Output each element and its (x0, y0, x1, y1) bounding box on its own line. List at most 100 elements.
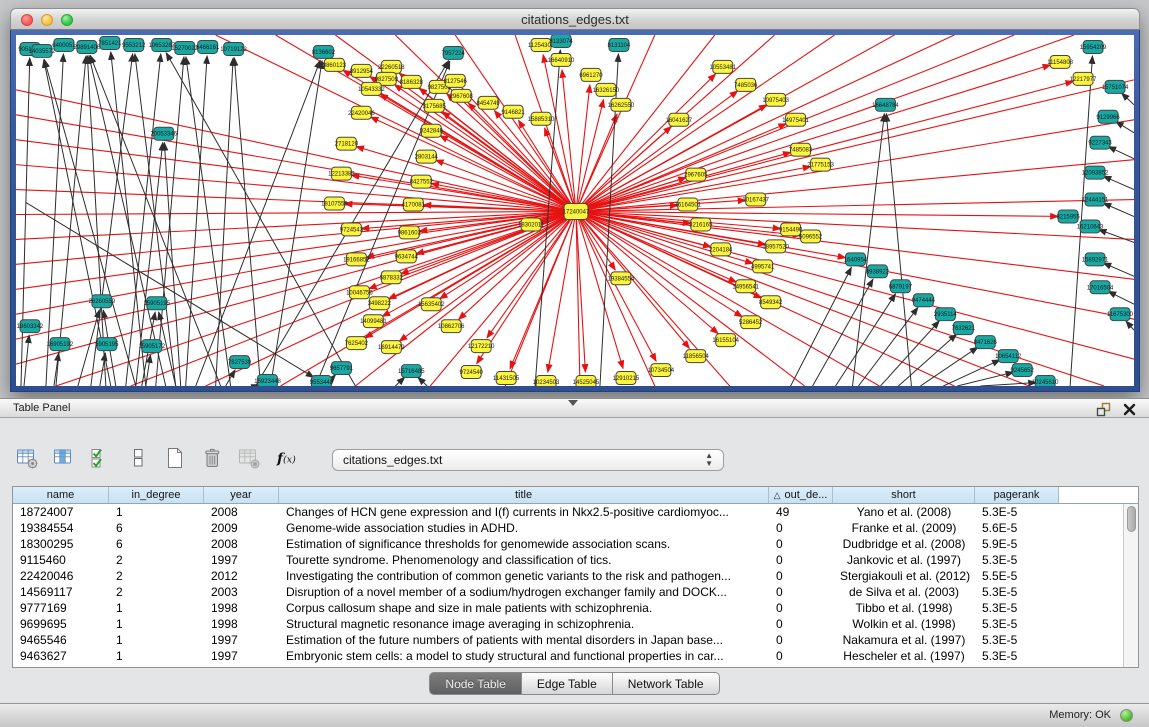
table-cell-in-degree[interactable]: 1 (109, 616, 204, 632)
table-cell-year[interactable]: 2009 (204, 520, 279, 536)
table-cell-short[interactable]: Hescheler et al. (1997) (833, 648, 975, 664)
table-cell-title[interactable]: Changes of HCN gene expression and I(f) … (279, 504, 769, 520)
graph-edge[interactable] (1122, 93, 1134, 105)
column-header-name[interactable]: name (13, 487, 109, 503)
table-row[interactable]: 1830029562008Estimation of significance … (13, 536, 1138, 552)
scrollbar-thumb[interactable] (1127, 506, 1136, 532)
table-cell-out-de[interactable]: 0 (769, 648, 833, 664)
vertical-scrollbar[interactable] (1123, 504, 1138, 667)
graph-edge[interactable] (418, 377, 427, 386)
graph-edge[interactable] (1103, 176, 1134, 189)
table-cell-title[interactable]: Investigating the contribution of common… (279, 568, 769, 584)
table-cell-short[interactable]: Jankovic et al. (1997) (833, 552, 975, 568)
table-cell-year[interactable]: 2008 (204, 536, 279, 552)
graph-edge[interactable] (576, 211, 1134, 279)
table-cell-in-degree[interactable]: 1 (109, 648, 204, 664)
table-cell-short[interactable]: Tibbo et al. (1998) (833, 600, 975, 616)
graph-edge[interactable] (853, 114, 885, 386)
select-columns-button[interactable] (88, 448, 114, 472)
table-cell-out-de[interactable]: 49 (769, 504, 833, 520)
graph-edge[interactable] (858, 307, 917, 386)
column-header-out-de[interactable]: △out_de... (769, 487, 833, 503)
delete-column-button[interactable] (199, 448, 225, 472)
table-cell-name[interactable]: 9463627 (13, 648, 109, 664)
graph-edge[interactable] (196, 60, 321, 386)
graph-edge[interactable] (576, 85, 590, 212)
table-cell-out-de[interactable]: 0 (769, 520, 833, 536)
table-row[interactable]: 1938455462009Genome-wide association stu… (13, 520, 1138, 536)
table-selector-dropdown[interactable]: citations_edges.txt▲▼ (332, 449, 724, 471)
graph-edge[interactable] (576, 81, 1073, 211)
column-header-short[interactable]: short (833, 487, 975, 503)
delete-table-button[interactable] (236, 448, 262, 472)
graph-edge[interactable] (16, 165, 576, 212)
table-cell-short[interactable]: Wolkin et al. (1998) (833, 616, 975, 632)
table-cell-title[interactable]: Disruption of a novel member of a sodium… (279, 584, 769, 600)
table-cell-pagerank[interactable]: 5.3E-5 (975, 584, 1059, 600)
table-cell-in-degree[interactable]: 6 (109, 520, 204, 536)
function-builder-button[interactable]: f(x) (273, 448, 299, 472)
tab-network-table[interactable]: Network Table (613, 672, 720, 695)
table-cell-year[interactable]: 1997 (204, 648, 279, 664)
tab-edge-table[interactable]: Edge Table (522, 672, 613, 695)
graph-edge[interactable] (576, 35, 1074, 211)
table-cell-title[interactable]: Tourette syndrome. Phenomenology and cla… (279, 552, 769, 568)
table-cell-in-degree[interactable]: 6 (109, 536, 204, 552)
graph-edge[interactable] (1116, 121, 1134, 132)
table-cell-in-degree[interactable]: 2 (109, 584, 204, 600)
table-cell-title[interactable]: Embryonic stem cells: a model to study s… (279, 648, 769, 664)
table-cell-title[interactable]: Estimation of significance thresholds fo… (279, 536, 769, 552)
table-cell-year[interactable]: 2008 (204, 504, 279, 520)
graph-edge[interactable] (395, 377, 404, 386)
table-cell-name[interactable]: 18300295 (13, 536, 109, 552)
table-cell-pagerank[interactable]: 5.3E-5 (975, 504, 1059, 520)
panel-collapse-handle[interactable] (568, 400, 578, 406)
graph-edge[interactable] (576, 35, 954, 211)
table-row[interactable]: 977716911998Corpus callosum shape and si… (13, 600, 1138, 616)
window-titlebar[interactable]: citations_edges.txt (10, 8, 1140, 30)
table-cell-in-degree[interactable]: 2 (109, 552, 204, 568)
graph-edge[interactable] (1099, 230, 1134, 243)
graph-edge[interactable] (813, 279, 873, 386)
table-cell-short[interactable]: Yano et al. (2008) (833, 504, 975, 520)
table-cell-year[interactable]: 2012 (204, 568, 279, 584)
table-cell-out-de[interactable]: 0 (769, 632, 833, 648)
table-cell-year[interactable]: 1998 (204, 616, 279, 632)
table-row[interactable]: 1456911722003Disruption of a novel membe… (13, 584, 1138, 600)
table-row[interactable]: 1872400712008Changes of HCN gene express… (13, 504, 1138, 520)
graph-edge[interactable] (91, 54, 133, 386)
network-canvas[interactable]: 1724004788601238912954222605189827509818… (16, 35, 1134, 386)
column-header-year[interactable]: year (204, 487, 279, 503)
graph-edge[interactable] (1103, 263, 1134, 276)
table-cell-name[interactable]: 14569117 (13, 584, 109, 600)
table-cell-out-de[interactable]: 0 (769, 536, 833, 552)
table-cell-short[interactable]: Dudbridge et al. (2008) (833, 536, 975, 552)
table-cell-out-de[interactable]: 0 (769, 584, 833, 600)
graph-edge[interactable] (164, 143, 180, 386)
tab-node-table[interactable]: Node Table (429, 672, 522, 695)
column-header-pagerank[interactable]: pagerank (975, 487, 1059, 503)
graph-edge[interactable] (380, 94, 576, 212)
table-cell-pagerank[interactable]: 5.3E-5 (975, 616, 1059, 632)
table-row[interactable]: 946362711997Embryonic stem cells: a mode… (13, 648, 1138, 664)
graph-edge[interactable] (1108, 147, 1134, 159)
graph-edge[interactable] (1103, 203, 1134, 216)
table-cell-title[interactable]: Corpus callosum shape and size in male p… (279, 600, 769, 616)
graph-edge[interactable] (957, 372, 1013, 386)
close-panel-button[interactable] (1121, 401, 1137, 417)
table-cell-name[interactable]: 9115460 (13, 552, 109, 568)
table-cell-pagerank[interactable]: 5.3E-5 (975, 552, 1059, 568)
table-cell-title[interactable]: Genome-wide association studies in ADHD. (279, 520, 769, 536)
table-cell-pagerank[interactable]: 5.5E-5 (975, 568, 1059, 584)
column-header-in-degree[interactable]: in_degree (109, 487, 204, 503)
table-cell-out-de[interactable]: 0 (769, 568, 833, 584)
graph-edge[interactable] (56, 211, 576, 386)
float-panel-button[interactable] (1095, 401, 1111, 417)
table-cell-name[interactable]: 18724007 (13, 504, 109, 520)
table-row[interactable]: 969969511998Structural magnetic resonanc… (13, 616, 1138, 632)
table-cell-in-degree[interactable]: 2 (109, 568, 204, 584)
table-cell-short[interactable]: Stergiakouli et al. (2012) (833, 568, 975, 584)
table-mode-button[interactable] (14, 448, 40, 472)
graph-edge[interactable] (166, 53, 355, 386)
table-cell-name[interactable]: 9465546 (13, 632, 109, 648)
